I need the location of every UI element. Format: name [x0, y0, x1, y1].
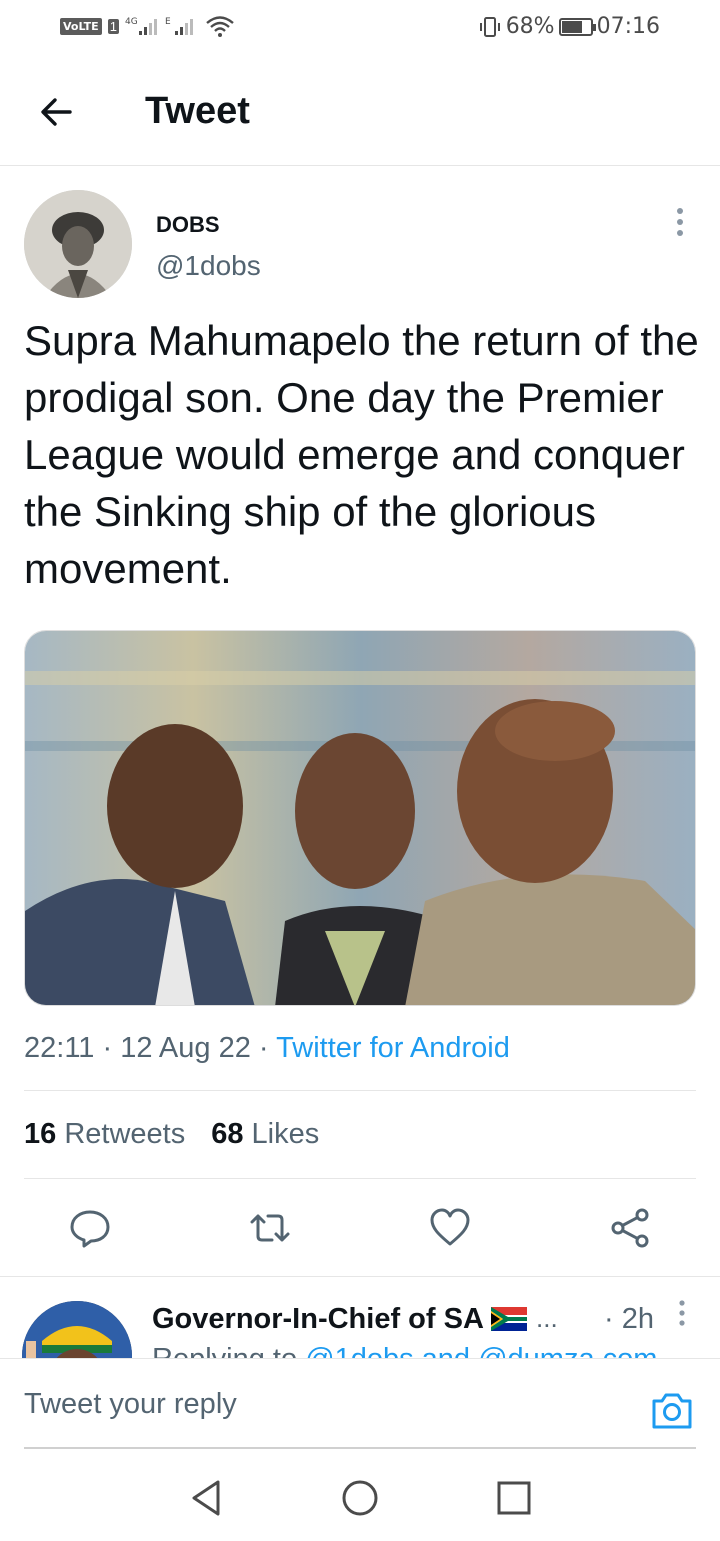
avatar-image	[24, 190, 132, 298]
system-nav-bar	[0, 1448, 720, 1541]
reply-time: · 2h	[604, 1303, 654, 1335]
tweet-date: 12 Aug 22	[120, 1032, 251, 1064]
nav-home-icon[interactable]	[340, 1478, 380, 1518]
status-left: VoLTE 1 4G E	[60, 14, 235, 38]
reply-mentions[interactable]: @1dobs and @dumza.com	[305, 1343, 657, 1358]
tweet-source-link[interactable]: Twitter for Android	[276, 1032, 510, 1064]
south-africa-flag-icon	[490, 1307, 527, 1331]
reply-tweet[interactable]: Governor-In-Chief of SA ... · 2h Replyin…	[0, 1276, 720, 1358]
likes-stat[interactable]: 68 Likes	[211, 1118, 319, 1151]
status-right: 68% 07:16	[478, 14, 660, 39]
reply-author-name-text: Governor-In-Chief of SA	[152, 1303, 483, 1335]
reply-composer	[0, 1358, 720, 1449]
more-vertical-icon[interactable]	[672, 1299, 692, 1329]
signal-e-icon: E	[165, 17, 193, 35]
retweets-stat[interactable]: 16 Retweets	[24, 1118, 185, 1151]
back-arrow-icon[interactable]	[36, 92, 76, 132]
retweet-icon[interactable]	[248, 1206, 292, 1250]
wifi-icon	[206, 16, 234, 37]
reply-avatar[interactable]	[22, 1301, 132, 1358]
clock: 07:16	[596, 14, 660, 39]
meta-separator: ·	[102, 1032, 113, 1064]
reply-author-name[interactable]: Governor-In-Chief of SA	[152, 1303, 527, 1336]
camera-icon[interactable]	[650, 1389, 694, 1433]
retweets-label: Retweets	[64, 1118, 186, 1150]
battery-fill	[561, 20, 582, 33]
volte-indicator: VoLTE	[60, 17, 102, 35]
likes-label: Likes	[251, 1118, 320, 1150]
divider	[24, 1178, 696, 1179]
share-icon[interactable]	[608, 1206, 652, 1250]
net1-label: 4G	[125, 17, 138, 27]
battery-percent: 68%	[505, 14, 555, 39]
more-vertical-icon[interactable]	[668, 206, 692, 240]
heart-icon[interactable]	[428, 1206, 472, 1250]
author-handle[interactable]: @1dobs	[156, 250, 261, 282]
photo-illustration	[25, 631, 695, 1005]
tweet-text: Supra Mahumapelo the return of the prodi…	[24, 317, 699, 592]
tweet-time: 22:11	[24, 1032, 95, 1064]
name-truncation: ...	[536, 1303, 558, 1333]
replying-prefix: Replying to	[152, 1343, 297, 1358]
tweet-timestamp: 22:11 · 12 Aug 22 · Twitter for Android	[24, 1032, 510, 1065]
divider	[24, 1090, 696, 1091]
retweets-count: 16	[24, 1118, 57, 1150]
reply-input[interactable]	[24, 1381, 624, 1427]
status-bar: VoLTE 1 4G E 68% 07:16	[0, 0, 720, 56]
tweet-photo[interactable]	[24, 630, 696, 1006]
replying-to: Replying to @1dobs and @dumza.com	[152, 1343, 657, 1358]
net2-label: E	[165, 17, 171, 27]
app-header: Tweet	[0, 56, 720, 166]
meta-separator: ·	[258, 1032, 269, 1064]
signal-4g-icon: 4G	[125, 17, 157, 35]
author-name[interactable]: DOBS	[156, 212, 220, 238]
battery-icon	[558, 17, 596, 36]
reply-avatar-image	[22, 1301, 132, 1358]
page-title: Tweet	[145, 90, 250, 132]
likes-count: 68	[211, 1118, 244, 1150]
tweet-actions	[0, 1198, 720, 1258]
vibrate-icon	[479, 16, 500, 37]
author-avatar[interactable]	[24, 190, 132, 298]
nav-recents-icon[interactable]	[494, 1478, 534, 1518]
nav-back-icon[interactable]	[186, 1478, 226, 1518]
comment-icon[interactable]	[68, 1206, 112, 1250]
sim-indicator: 1	[107, 18, 119, 34]
tweet-stats: 16 Retweets 68 Likes	[24, 1118, 319, 1151]
